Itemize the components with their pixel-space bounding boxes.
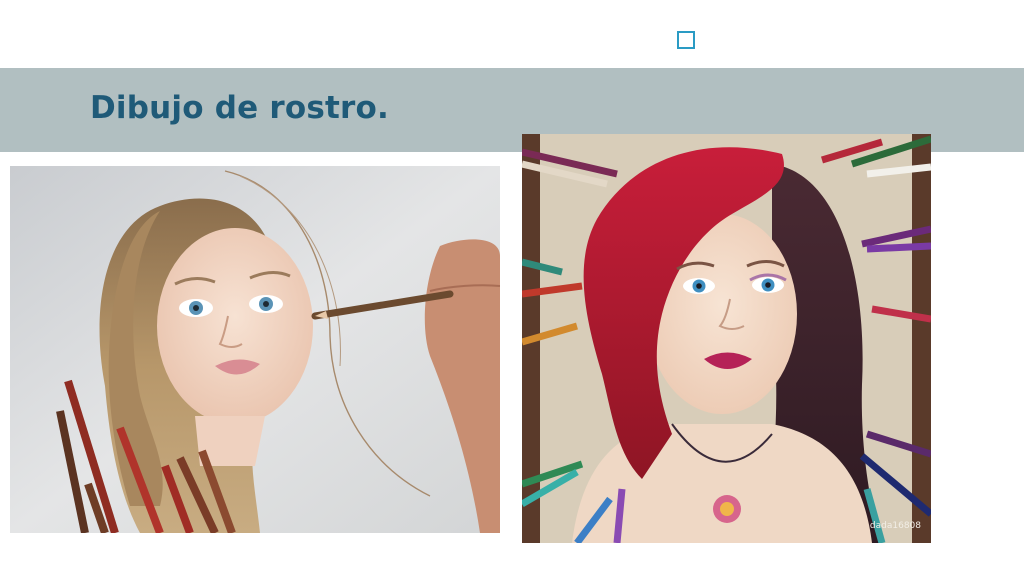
- portrait-drawing-image-right: dada16808: [522, 134, 931, 543]
- portrait-drawing-image-left: [10, 166, 500, 533]
- slide-title: Dibujo de rostro.: [90, 90, 389, 126]
- portrait-drawing-blonde-icon: [10, 166, 500, 533]
- decorative-square-icon: [677, 31, 695, 49]
- portrait-drawing-redhead-icon: [522, 134, 931, 543]
- image-watermark: dada16808: [869, 521, 921, 531]
